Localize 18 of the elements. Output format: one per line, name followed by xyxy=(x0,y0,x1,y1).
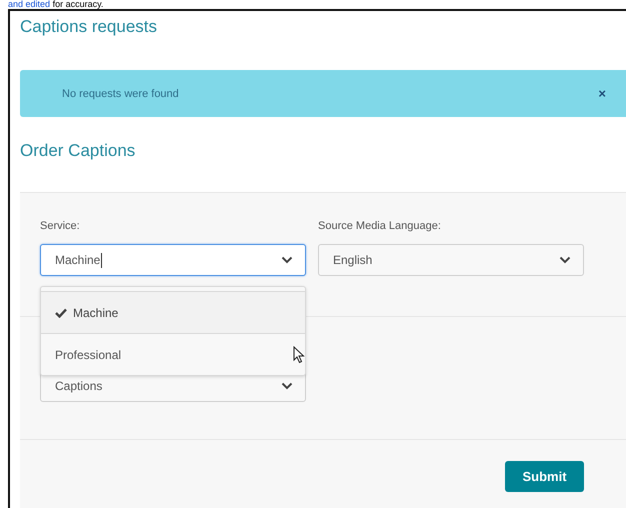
alert-message: No requests were found xyxy=(62,88,179,100)
chevron-down-icon xyxy=(559,256,571,264)
select-field[interactable]: English xyxy=(318,244,584,276)
chevron-down-icon xyxy=(281,382,293,390)
dropdown-option[interactable]: Machine xyxy=(41,291,305,333)
chevron-down-icon xyxy=(281,256,293,264)
submit-button[interactable]: Submit xyxy=(505,461,584,492)
close-button[interactable]: × xyxy=(598,86,606,101)
intro-text: for accuracy. xyxy=(52,0,104,9)
text-cursor xyxy=(101,252,102,268)
section-title: Captions requests xyxy=(20,16,158,37)
dropdown-option[interactable]: Professional xyxy=(41,333,305,375)
link[interactable]: and edited xyxy=(8,0,50,9)
select-field[interactable]: Machine xyxy=(40,244,306,276)
section-title: Order Captions xyxy=(20,141,136,161)
field-label: Service: xyxy=(40,220,81,232)
check-icon xyxy=(55,308,67,318)
field-label: Source Media Language: xyxy=(318,220,442,232)
